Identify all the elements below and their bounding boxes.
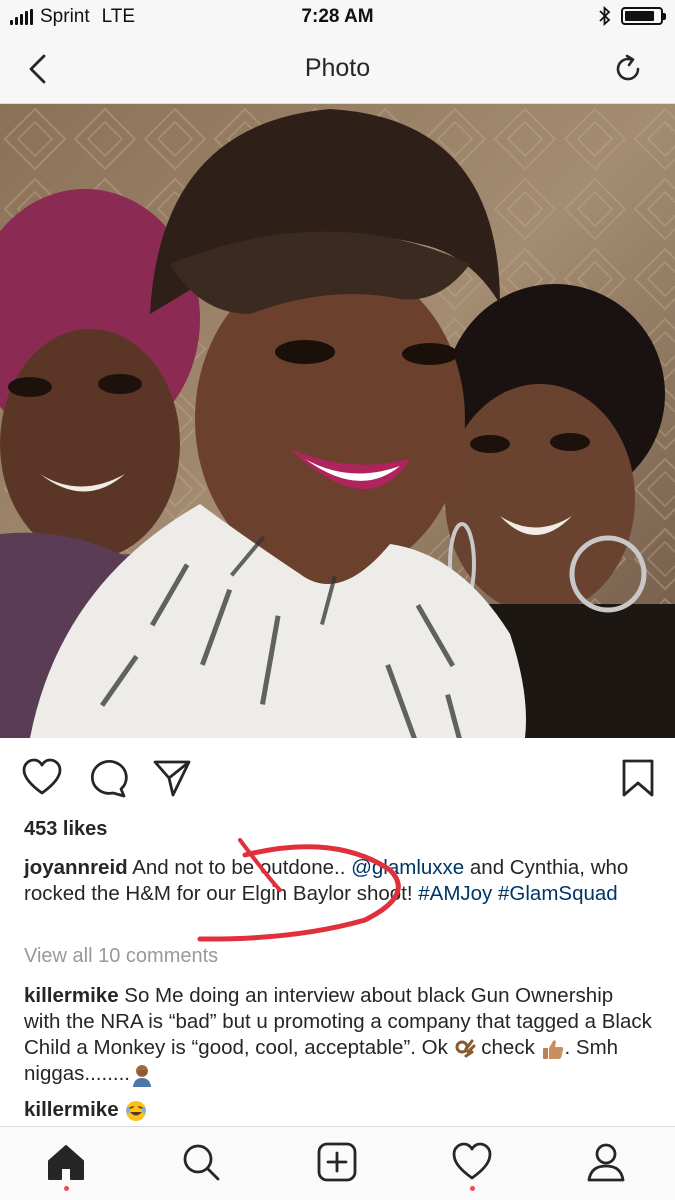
- comment-username[interactable]: killermike: [24, 984, 119, 1007]
- refresh-icon[interactable]: [611, 52, 645, 86]
- comment-username[interactable]: killermike: [24, 1098, 119, 1121]
- add-post-icon[interactable]: [316, 1141, 358, 1183]
- facepalm-emoji-icon: [132, 1064, 151, 1087]
- photo-illustration: [0, 104, 675, 738]
- comment-icon[interactable]: [88, 758, 128, 798]
- view-all-comments-link[interactable]: View all 10 comments: [24, 945, 218, 968]
- heart-icon[interactable]: [22, 758, 62, 798]
- likes-count[interactable]: 453 likes: [24, 818, 107, 841]
- comment-item: killermike: [24, 1098, 148, 1123]
- bottom-tab-bar: [0, 1126, 675, 1200]
- caption-text-1: And not to be outdone..: [127, 856, 352, 879]
- caption-username[interactable]: joyannreid: [24, 856, 128, 879]
- page-title: Photo: [304, 54, 371, 82]
- bluetooth-icon: [599, 6, 611, 26]
- status-bar: Sprint LTE 7:28 AM: [0, 0, 675, 34]
- activity-heart-icon[interactable]: [451, 1141, 493, 1183]
- ok-hand-emoji-icon: [455, 1039, 476, 1058]
- bookmark-icon[interactable]: [618, 758, 658, 798]
- post-photo[interactable]: [0, 104, 675, 738]
- comment-item: killermike So Me doing an interview abou…: [24, 983, 654, 1087]
- search-icon[interactable]: [180, 1141, 222, 1183]
- laughing-emoji-icon: [126, 1100, 147, 1121]
- home-icon[interactable]: [45, 1141, 87, 1183]
- activity-notification-dot: [470, 1186, 475, 1191]
- battery-icon: [621, 7, 666, 25]
- share-icon[interactable]: [152, 758, 192, 798]
- status-right: [599, 6, 666, 26]
- comment-text-2: check: [475, 1036, 541, 1059]
- caption-hashtag-glamsquad[interactable]: #GlamSquad: [498, 882, 618, 905]
- thumbs-up-emoji-icon: [542, 1039, 563, 1059]
- caption-hashtag-amjoy[interactable]: #AMJoy: [418, 882, 492, 905]
- status-time: 7:28 AM: [301, 6, 374, 27]
- post-action-bar: [0, 754, 675, 804]
- post-caption: joyannreid And not to be outdone.. @glam…: [24, 855, 654, 907]
- profile-icon[interactable]: [585, 1141, 627, 1183]
- nav-bar: Photo: [0, 34, 675, 104]
- home-notification-dot: [64, 1186, 69, 1191]
- caption-mention[interactable]: @glamluxxe: [351, 856, 464, 879]
